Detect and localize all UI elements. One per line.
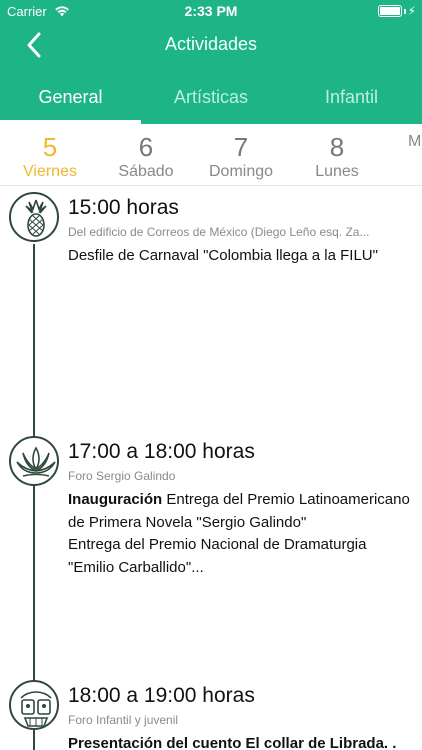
event-venue: Foro Infantil y juvenil [68,713,179,727]
event-item[interactable]: 17:00 a 18:00 horas Foro Sergio Galindo … [0,436,422,666]
day-item-sabado[interactable]: 6 Sábado [98,132,194,182]
event-time: 17:00 a 18:00 horas [68,440,255,463]
charging-icon: ⚡ [407,4,416,18]
event-time: 18:00 a 19:00 horas [68,684,255,707]
page-title: Actividades [164,34,258,54]
event-venue: Foro Sergio Galindo [68,469,176,483]
battery-icon [378,5,402,17]
event-description-text-2: Entrega del Premio Nacional de Dramaturg… [68,536,367,576]
day-name: Lunes [315,163,359,180]
day-name: Domingo [208,163,274,180]
day-number: 5 [42,132,58,162]
tab-bar: General Artísticas Infantil [0,72,422,124]
day-number: 7 [233,132,249,162]
status-bar: Carrier 2:33 PM ⚡ [0,0,422,22]
tab-general[interactable]: General [0,72,141,124]
day-name: M [408,133,422,150]
day-item-martes[interactable]: M [372,132,422,152]
event-title: Inauguración [68,491,163,508]
event-venue: Del edificio de Correos de México (Diego… [68,225,370,239]
day-number: 8 [329,132,345,162]
day-name: Viernes [23,163,77,180]
tab-artisticas[interactable]: Artísticas [141,72,281,124]
clock: 2:33 PM [184,3,238,19]
lotus-icon [9,436,59,486]
event-description: Inauguración Entrega del Premio Latinoam… [68,489,413,579]
day-item-domingo[interactable]: 7 Domingo [193,132,289,182]
day-number: 6 [138,132,154,162]
event-time: 15:00 horas [68,196,179,219]
day-selector: 5 Viernes 6 Sábado 7 Domingo 8 Lunes M [0,124,422,186]
event-item[interactable]: 15:00 horas Del edificio de Correos de M… [0,192,422,422]
tab-infantil[interactable]: Infantil [281,72,422,124]
nav-bar: Actividades [0,22,422,68]
day-item-viernes[interactable]: 5 Viernes [2,132,98,182]
day-name: Sábado [118,163,174,180]
event-description: Desfile de Carnaval "Colombia llega a la… [68,247,378,264]
mask-icon [9,680,59,730]
event-title: Presentación del cuento El collar de Lib… [68,735,397,750]
battery-tip [404,9,406,14]
header: Carrier 2:33 PM ⚡ Actividades General Ar… [0,0,422,124]
day-item-lunes[interactable]: 8 Lunes [289,132,385,182]
pineapple-icon [9,192,59,242]
event-item[interactable]: 18:00 a 19:00 horas Foro Infantil y juve… [0,680,422,750]
